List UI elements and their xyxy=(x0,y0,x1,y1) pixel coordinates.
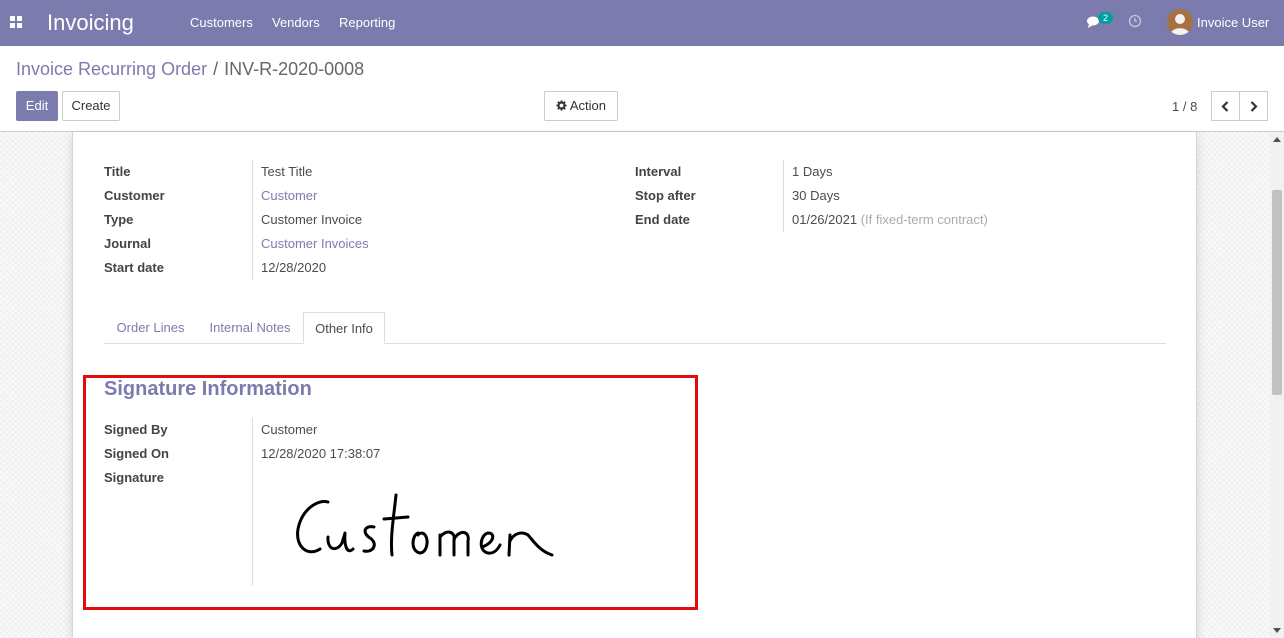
title-label: Title xyxy=(104,164,131,179)
breadcrumb-parent[interactable]: Invoice Recurring Order xyxy=(16,59,207,79)
pager-value[interactable]: 1 / 8 xyxy=(1172,99,1197,114)
end-date-hint: (If fixed-term contract) xyxy=(860,212,988,227)
type-label: Type xyxy=(104,212,134,227)
control-panel: Invoice Recurring Order / INV-R-2020-0008 … xyxy=(0,46,1284,132)
chevron-right-icon xyxy=(1250,101,1258,112)
tab-other-info[interactable]: Other Info xyxy=(303,312,385,344)
action-label: Action xyxy=(569,98,607,113)
gear-icon xyxy=(556,100,567,111)
stop-after-number: 30 xyxy=(792,188,807,203)
breadcrumb-separator: / xyxy=(213,59,219,79)
customer-label: Customer xyxy=(104,188,165,203)
activity-clock-icon[interactable] xyxy=(1128,14,1142,28)
field-divider xyxy=(252,160,253,280)
breadcrumb: Invoice Recurring Order / INV-R-2020-0008 xyxy=(16,59,364,80)
stop-after-label: Stop after xyxy=(635,188,696,203)
breadcrumb-current: INV-R-2020-0008 xyxy=(224,59,365,79)
chevron-left-icon xyxy=(1221,101,1229,112)
journal-link[interactable]: Customer Invoices xyxy=(261,236,369,251)
user-avatar[interactable] xyxy=(1167,9,1193,35)
scroll-up-arrow-icon[interactable] xyxy=(1273,137,1281,142)
user-name[interactable]: Invoice User xyxy=(1197,15,1269,30)
interval-unit: Days xyxy=(802,164,833,179)
action-button[interactable]: Action xyxy=(544,91,618,121)
journal-label: Journal xyxy=(104,236,151,251)
signature-highlight-box xyxy=(83,375,698,610)
top-navbar: Invoicing Customers Vendors Reporting 2 … xyxy=(0,0,1284,46)
menu-reporting[interactable]: Reporting xyxy=(339,15,395,30)
vertical-scrollbar[interactable] xyxy=(1270,132,1284,638)
end-date-label: End date xyxy=(635,212,690,227)
stop-after-unit: Days xyxy=(810,188,840,203)
chat-count-badge: 2 xyxy=(1098,12,1114,24)
tab-bar-line xyxy=(104,343,1166,344)
apps-menu-icon[interactable] xyxy=(10,16,22,28)
end-date-value: 01/26/2021 (If fixed-term contract) xyxy=(792,212,988,227)
type-value: Customer Invoice xyxy=(261,212,363,227)
tab-internal-notes[interactable]: Internal Notes xyxy=(197,312,303,344)
scroll-thumb[interactable] xyxy=(1272,190,1282,395)
interval-label: Interval xyxy=(635,164,682,179)
title-value: Test Title xyxy=(261,164,313,179)
field-divider xyxy=(783,160,784,232)
tab-order-lines[interactable]: Order Lines xyxy=(104,312,197,344)
start-date-value: 12/28/2020 xyxy=(261,260,327,275)
menu-vendors[interactable]: Vendors xyxy=(272,15,320,30)
create-button[interactable]: Create xyxy=(62,91,120,121)
interval-number: 1 xyxy=(792,164,800,179)
edit-button[interactable]: Edit xyxy=(16,91,58,121)
pager-next-button[interactable] xyxy=(1239,91,1268,121)
customer-link[interactable]: Customer xyxy=(261,188,317,203)
interval-value: 1 Days xyxy=(792,164,832,179)
app-title[interactable]: Invoicing xyxy=(47,10,134,36)
pager-previous-button[interactable] xyxy=(1211,91,1240,121)
scroll-down-arrow-icon[interactable] xyxy=(1273,628,1281,633)
stop-after-value: 30 Days xyxy=(792,188,840,203)
start-date-label: Start date xyxy=(104,260,164,275)
menu-customers[interactable]: Customers xyxy=(190,15,253,30)
end-date-text: 01/26/2021 xyxy=(792,212,858,227)
